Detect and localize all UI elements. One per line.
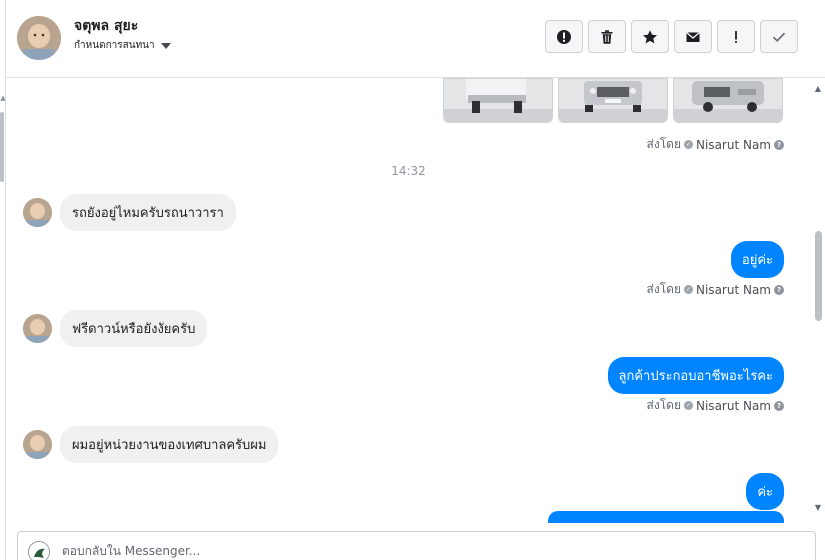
scrollbar-thumb[interactable] (815, 231, 822, 321)
verified-check-icon: ✓ (684, 285, 693, 294)
conversation-header: จตุพล สุยะ กำหนดการสนทนา (6, 0, 825, 78)
page-avatar-icon (28, 541, 50, 560)
sent-by-prefix: ส่งโดย (646, 398, 681, 412)
incoming-message: ฟรีดาวน์หรือยังงัยครับ (23, 310, 208, 347)
sent-by-label: ส่งโดย ✓ Nisarut Nam ? (647, 396, 784, 415)
trash-icon (601, 29, 613, 44)
assign-conversation-dropdown[interactable]: กำหนดการสนทนา (74, 38, 171, 53)
left-scrollbar-thumb[interactable] (0, 112, 4, 182)
checkmark-icon (772, 32, 786, 42)
outgoing-bubble: อยู่ค่ะ (730, 241, 784, 278)
sent-by-prefix: ส่งโดย (646, 282, 681, 296)
incoming-message: รถยังอยู่ไหมครับรถนาวารา (23, 194, 236, 231)
outgoing-bubble: ลูกค้าประกอบอาชีพอะไรคะ (607, 357, 784, 394)
incoming-message: ผมอยู่หน่วยงานของเทศบาลครับผม (23, 426, 279, 463)
car-photo[interactable] (558, 78, 668, 123)
photo-attachments (443, 78, 783, 123)
sender-name[interactable]: Nisarut Nam (696, 399, 771, 413)
sender-name[interactable]: Nisarut Nam (696, 283, 771, 297)
message-thread: ส่งโดย ✓ Nisarut Nam ? 14:32 รถยังอยู่ไห… (6, 78, 811, 523)
contact-name[interactable]: จตุพล สุยะ (74, 15, 138, 37)
customer-avatar[interactable] (23, 430, 52, 459)
car-photo[interactable] (443, 78, 553, 123)
customer-avatar[interactable] (23, 198, 52, 227)
scroll-up-arrow[interactable]: ▲ (811, 84, 825, 94)
outgoing-bubble-clipped (548, 511, 784, 523)
conversation-actions (545, 20, 798, 53)
sent-by-label: ส่งโดย ✓ Nisarut Nam ? (647, 280, 784, 299)
scroll-down-arrow[interactable]: ▼ (811, 503, 825, 513)
sender-name[interactable]: Nisarut Nam (696, 138, 771, 152)
verified-check-icon: ✓ (684, 140, 693, 149)
help-icon[interactable]: ? (774, 400, 784, 411)
incoming-bubble: รถยังอยู่ไหมครับรถนาวารา (60, 194, 236, 231)
follow-up-button[interactable] (717, 20, 755, 53)
mark-unread-button[interactable] (674, 20, 712, 53)
thread-scrollbar[interactable]: ▲ ▼ (811, 78, 825, 523)
sent-by-label: ส่งโดย ✓ Nisarut Nam ? (647, 135, 784, 154)
caret-down-icon (160, 42, 171, 49)
contact-avatar[interactable] (17, 16, 61, 60)
message-timestamp: 14:32 (391, 164, 426, 178)
verified-check-icon: ✓ (684, 401, 693, 410)
outgoing-bubble: ค่ะ (746, 473, 784, 510)
help-icon[interactable]: ? (774, 139, 784, 150)
help-icon[interactable]: ? (774, 284, 784, 295)
mark-spam-button[interactable] (545, 20, 583, 53)
reply-composer (17, 531, 816, 560)
sent-by-prefix: ส่งโดย (646, 137, 681, 151)
customer-avatar[interactable] (23, 314, 52, 343)
exclamation-icon (735, 30, 737, 43)
assign-conversation-label: กำหนดการสนทนา (74, 40, 155, 51)
incoming-bubble: ผมอยู่หน่วยงานของเทศบาลครับผม (60, 426, 279, 463)
star-button[interactable] (631, 20, 669, 53)
car-photo[interactable] (673, 78, 783, 123)
alert-circle-icon (557, 29, 571, 44)
envelope-icon (686, 31, 700, 42)
mark-done-button[interactable] (760, 20, 798, 53)
reply-input[interactable] (62, 544, 762, 558)
star-icon (643, 29, 657, 43)
incoming-bubble: ฟรีดาวน์หรือยังงัยครับ (60, 310, 208, 347)
delete-button[interactable] (588, 20, 626, 53)
